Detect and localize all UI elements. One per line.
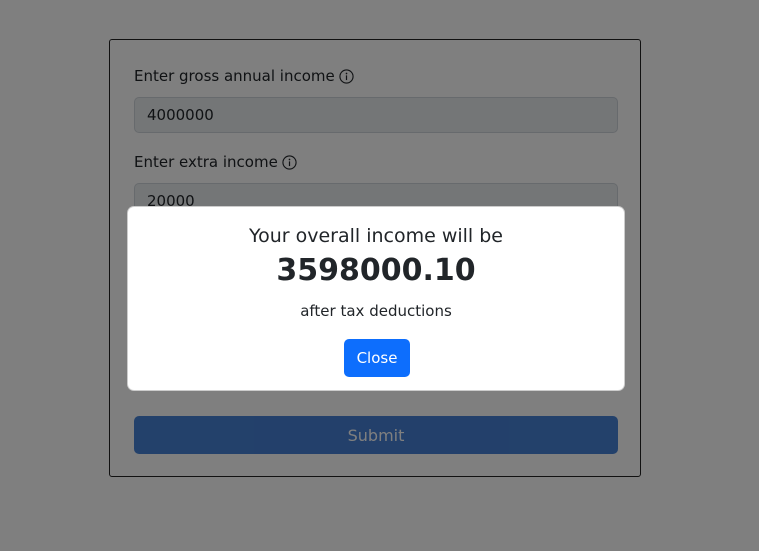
modal-title: Your overall income will be [248, 225, 503, 247]
result-modal: Your overall income will be 3598000.10 a… [127, 206, 625, 391]
modal-subtitle: after tax deductions [300, 302, 452, 320]
income-amount: 3598000.10 [276, 253, 476, 288]
close-button[interactable]: Close [344, 339, 410, 377]
